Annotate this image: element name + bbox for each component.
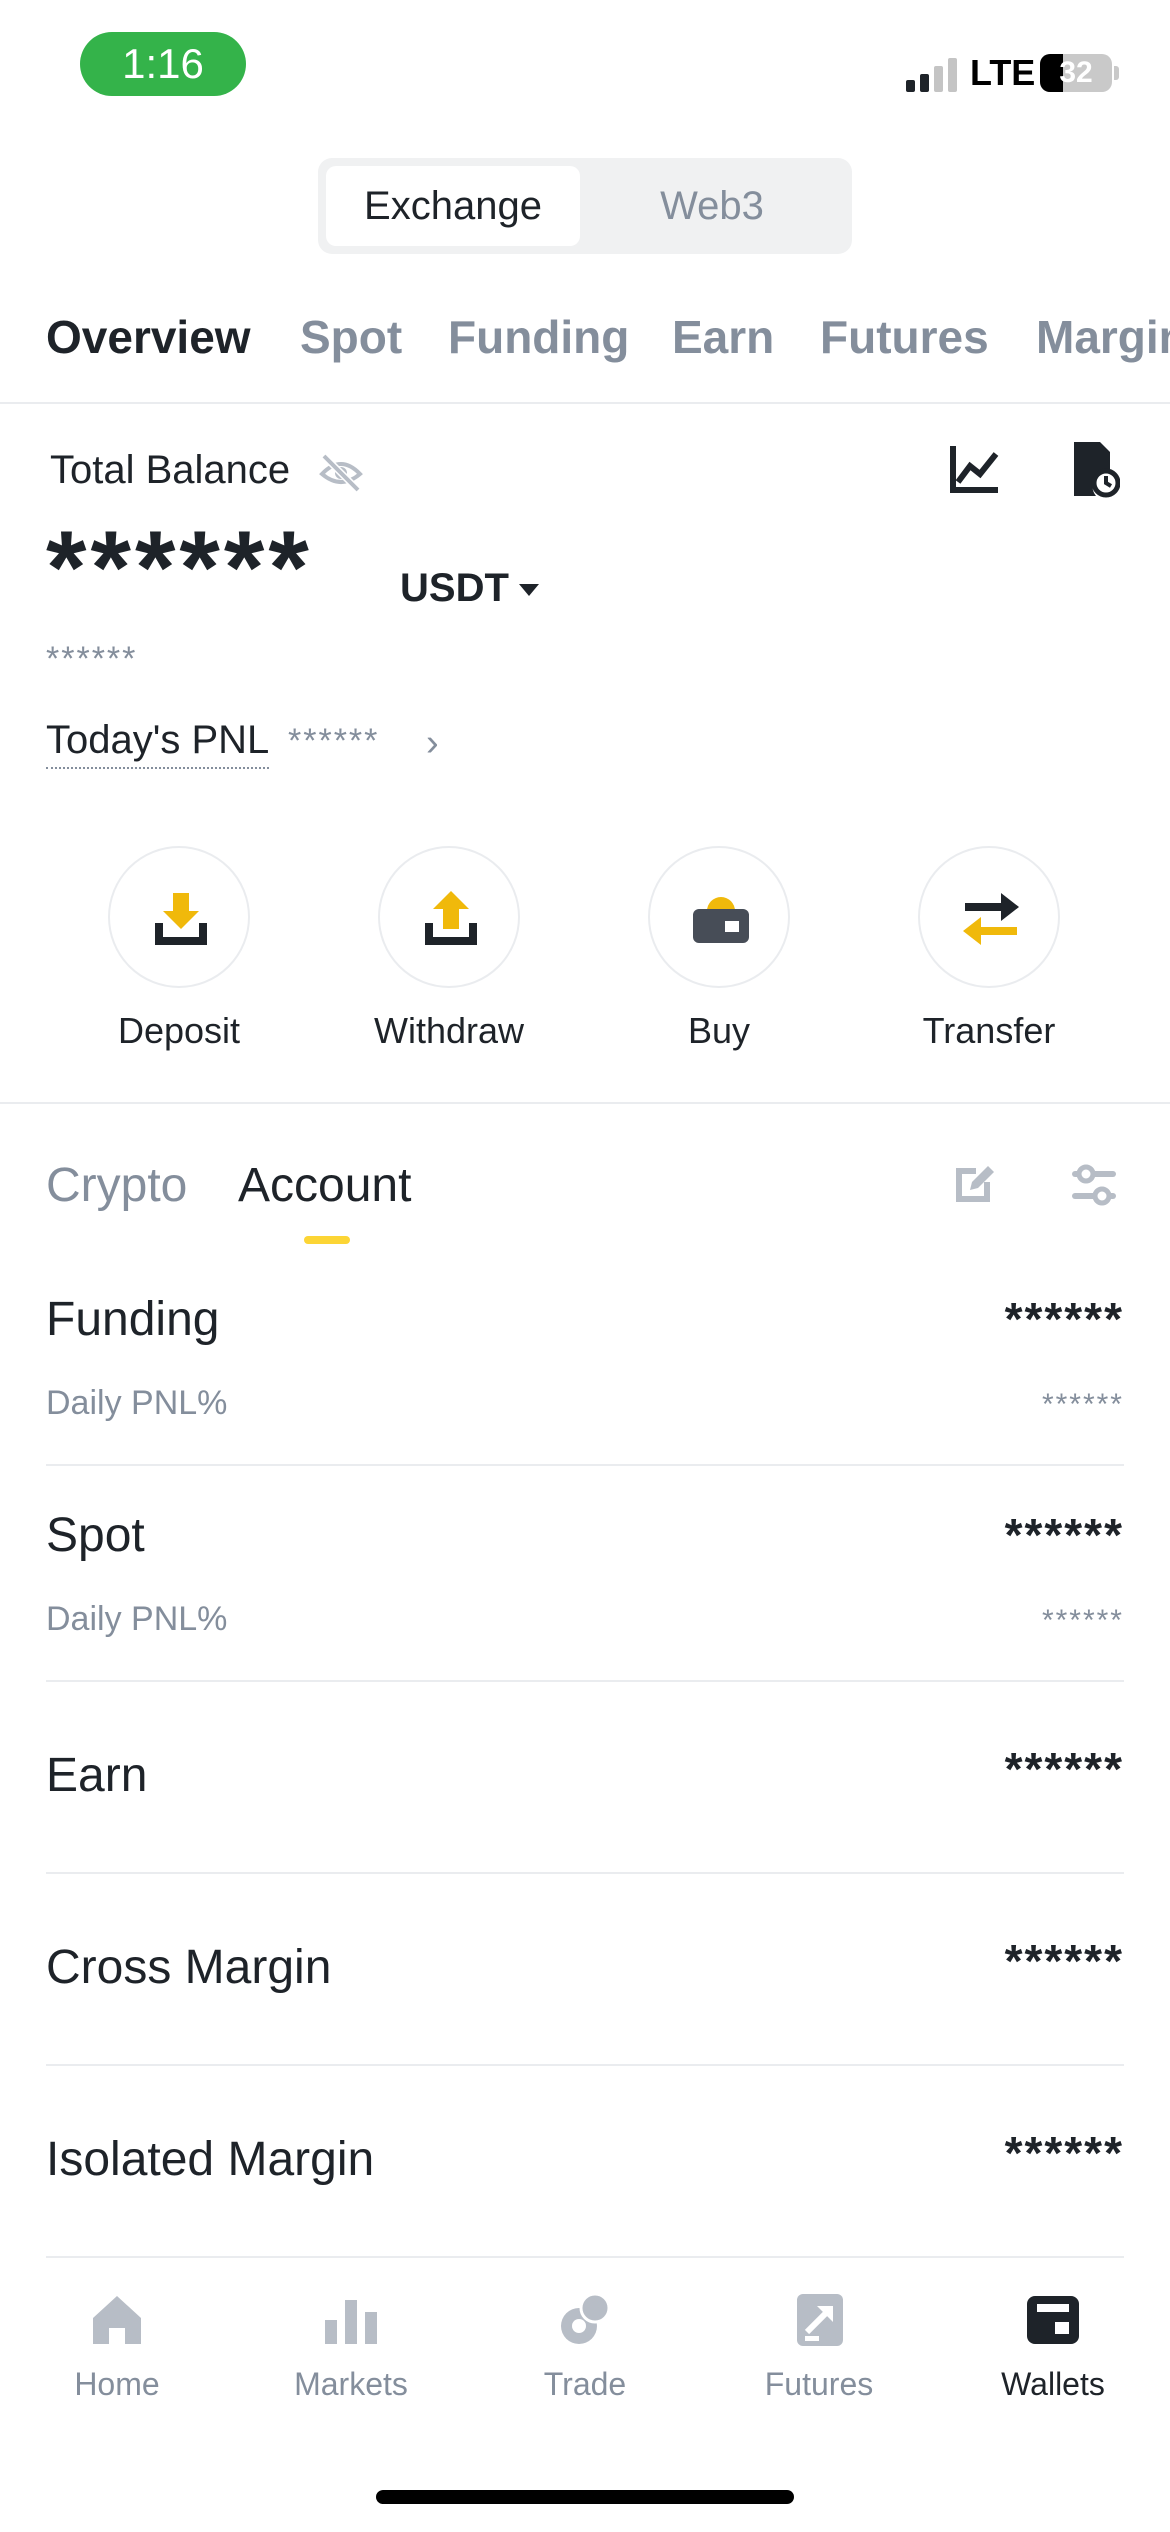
account-row-spot[interactable]: Spot ****** Daily PNL% ****** (46, 1466, 1124, 1682)
deposit-icon-circle (108, 846, 250, 988)
exchange-web3-switch: Exchange Web3 (318, 158, 852, 254)
tab-funding[interactable]: Funding (448, 310, 629, 364)
network-type: LTE (970, 52, 1036, 93)
transfer-button[interactable]: Transfer (889, 846, 1089, 1052)
tab-crypto[interactable]: Crypto (46, 1158, 187, 1213)
account-row-funding[interactable]: Funding ****** Daily PNL% ****** (46, 1262, 1124, 1466)
sliders-icon[interactable] (1070, 1162, 1118, 1208)
eye-off-icon[interactable] (318, 452, 364, 492)
total-balance-value: ****** (46, 510, 313, 626)
home-indicator[interactable] (376, 2490, 794, 2504)
account-value: ****** (1004, 1935, 1124, 1987)
buy-button[interactable]: Buy (619, 846, 819, 1052)
trade-icon (561, 2292, 611, 2344)
balance-fiat-value: ****** (46, 640, 138, 678)
withdraw-icon-circle (378, 846, 520, 988)
account-pnl-value: ****** (1041, 1388, 1124, 1421)
transfer-label: Transfer (922, 1010, 1056, 1051)
battery-tip (1114, 66, 1119, 80)
withdraw-icon (425, 891, 477, 945)
tab-earn[interactable]: Earn (672, 310, 774, 364)
nav-trade[interactable]: Trade (468, 2290, 702, 2403)
line-chart-icon[interactable] (948, 442, 1002, 496)
bottom-navigation: Home Markets Trade Futures Wallets (0, 2290, 1170, 2430)
segment-web3[interactable]: Web3 (580, 166, 844, 246)
account-value: ****** (1004, 2127, 1124, 2179)
deposit-icon (155, 893, 207, 945)
battery-icon: 32 (1040, 54, 1112, 92)
chevron-right-icon[interactable]: › (426, 722, 439, 765)
account-row-isolated-margin[interactable]: Isolated Margin ****** (46, 2066, 1124, 2258)
nav-wallets[interactable]: Wallets (936, 2290, 1170, 2403)
nav-label: Futures (764, 2366, 874, 2402)
nav-label: Markets (294, 2366, 408, 2402)
battery-percent: 32 (1059, 56, 1093, 89)
account-value: ****** (1004, 1743, 1124, 1795)
account-pnl-value: ****** (1041, 1604, 1124, 1637)
nav-markets[interactable]: Markets (234, 2290, 468, 2403)
wallet-tabs: Overview Spot Funding Earn Futures Margi… (0, 300, 1170, 404)
account-name: Isolated Margin (46, 2133, 375, 2186)
account-row-cross-margin[interactable]: Cross Margin ****** (46, 1874, 1124, 2066)
buy-icon-circle (648, 846, 790, 988)
status-time: 1:16 (80, 32, 246, 96)
home-icon (93, 2296, 141, 2344)
tab-account[interactable]: Account (238, 1158, 411, 1213)
nav-label: Home (74, 2366, 160, 2402)
cellular-signal-icon (906, 58, 960, 92)
account-value: ****** (1004, 1293, 1124, 1345)
tab-margin[interactable]: Margin (1036, 310, 1170, 364)
order-history-icon[interactable] (1070, 440, 1120, 498)
transfer-arrows-icon (963, 893, 1019, 945)
todays-pnl-label[interactable]: Today's PNL (46, 718, 270, 769)
tab-overview[interactable]: Overview (46, 310, 251, 364)
currency-label: USDT (400, 566, 509, 610)
todays-pnl-value: ****** (288, 722, 380, 760)
segment-exchange[interactable]: Exchange (326, 166, 580, 246)
nav-futures[interactable]: Futures (702, 2290, 936, 2403)
account-pnl-label: Daily PNL% (46, 1600, 228, 1638)
futures-icon (797, 2294, 843, 2346)
bar-chart-icon (325, 2300, 377, 2344)
buy-label: Buy (687, 1010, 751, 1051)
currency-selector[interactable]: USDT (400, 566, 539, 611)
account-row-earn[interactable]: Earn ****** (46, 1682, 1124, 1874)
tab-spot[interactable]: Spot (300, 310, 402, 364)
deposit-button[interactable]: Deposit (79, 846, 279, 1052)
account-name: Spot (46, 1509, 145, 1562)
account-name: Earn (46, 1749, 148, 1802)
nav-label: Trade (543, 2366, 627, 2402)
transfer-icon-circle (918, 846, 1060, 988)
edit-icon[interactable] (952, 1160, 998, 1206)
account-value: ****** (1004, 1509, 1124, 1561)
account-name: Funding (46, 1293, 220, 1346)
section-divider (0, 1102, 1170, 1104)
nav-label: Wallets (1001, 2366, 1105, 2402)
wallet-buy-icon (693, 897, 749, 943)
status-bar: 1:16 LTE 32 (0, 0, 1170, 130)
wallet-icon (1027, 2296, 1079, 2344)
caret-down-icon (518, 584, 539, 597)
account-pnl-label: Daily PNL% (46, 1384, 228, 1422)
account-name: Cross Margin (46, 1941, 332, 1994)
nav-home[interactable]: Home (0, 2290, 234, 2403)
withdraw-label: Withdraw (373, 1010, 525, 1051)
active-tab-indicator (304, 1236, 350, 1244)
deposit-label: Deposit (117, 1010, 241, 1051)
tab-futures[interactable]: Futures (820, 310, 989, 364)
total-balance-label: Total Balance (50, 448, 291, 492)
withdraw-button[interactable]: Withdraw (349, 846, 549, 1052)
